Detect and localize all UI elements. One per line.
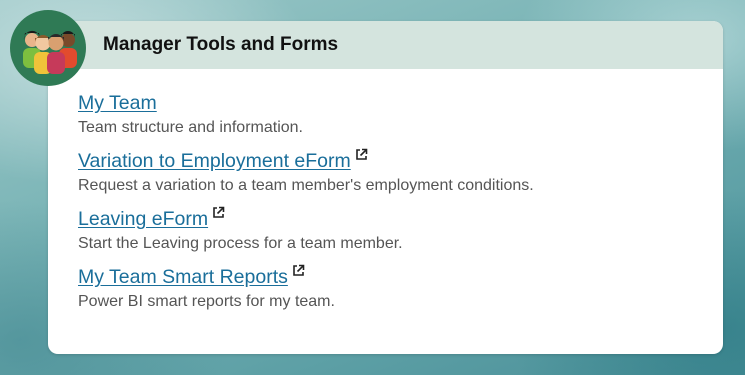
- team-people-icon: [10, 10, 86, 86]
- my-team-description: Team structure and information.: [78, 119, 303, 136]
- list-item: My Team Smart Reports Power BI smart rep…: [78, 264, 723, 312]
- links-list: My Team Team structure and information. …: [48, 69, 723, 312]
- smart-reports-link[interactable]: My Team Smart Reports: [78, 265, 288, 290]
- external-link-icon: [355, 148, 368, 166]
- leaving-eform-description: Start the Leaving process for a team mem…: [78, 235, 403, 252]
- card-title: Manager Tools and Forms: [103, 34, 339, 55]
- external-link-icon: [292, 264, 305, 282]
- manager-tools-card: Manager Tools and Forms My Team Team str…: [48, 21, 723, 354]
- leaving-eform-link[interactable]: Leaving eForm: [78, 207, 208, 232]
- smart-reports-description: Power BI smart reports for my team.: [78, 293, 335, 310]
- external-link-icon: [212, 206, 225, 224]
- variation-eform-link[interactable]: Variation to Employment eForm: [78, 149, 351, 174]
- list-item: Variation to Employment eForm Request a …: [78, 148, 723, 196]
- variation-eform-description: Request a variation to a team member's e…: [78, 177, 534, 194]
- card-header: Manager Tools and Forms: [48, 21, 723, 69]
- list-item: My Team Team structure and information.: [78, 91, 723, 138]
- list-item: Leaving eForm Start the Leaving process …: [78, 206, 723, 254]
- my-team-link[interactable]: My Team: [78, 91, 157, 116]
